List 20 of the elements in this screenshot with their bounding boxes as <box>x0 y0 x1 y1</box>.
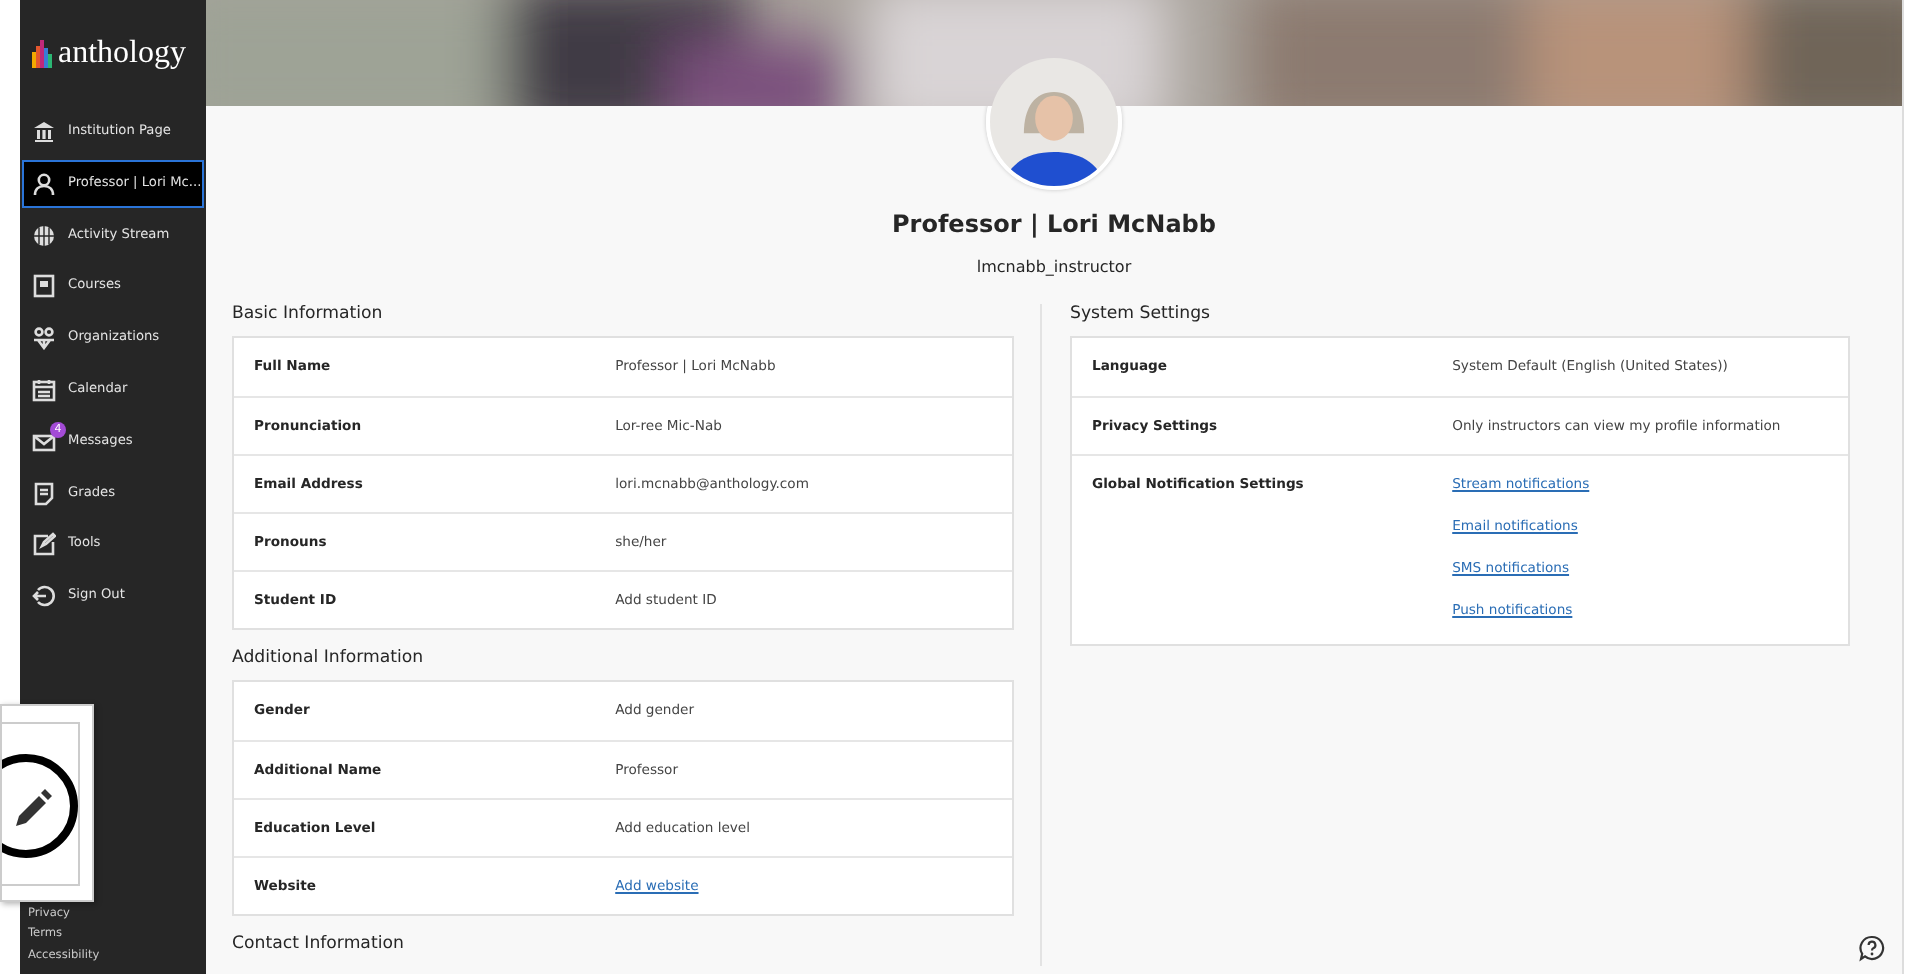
username: lmcnabb_instructor <box>974 256 1134 280</box>
sign-out-icon <box>32 584 56 609</box>
institution-icon <box>32 120 56 144</box>
logo-bars-icon <box>32 40 52 68</box>
book-icon <box>32 274 56 299</box>
logo-text: anthology <box>58 34 186 74</box>
section-title: Basic Information <box>232 304 385 326</box>
envelope-icon <box>32 429 56 454</box>
section-title: System Settings <box>1070 304 1213 326</box>
section-title: Additional Information <box>232 648 426 670</box>
profile-name: Professor | Lori McNabb <box>890 208 1218 242</box>
globe-icon <box>32 223 56 248</box>
grades-icon <box>32 481 56 506</box>
section-title: Contact Information <box>232 934 406 956</box>
edit-note-icon <box>32 532 56 557</box>
people-group-icon <box>32 326 56 351</box>
person-icon <box>32 171 56 196</box>
help-icon[interactable] <box>1858 934 1886 962</box>
calendar-icon <box>32 377 56 402</box>
pencil-icon[interactable] <box>2 752 84 862</box>
